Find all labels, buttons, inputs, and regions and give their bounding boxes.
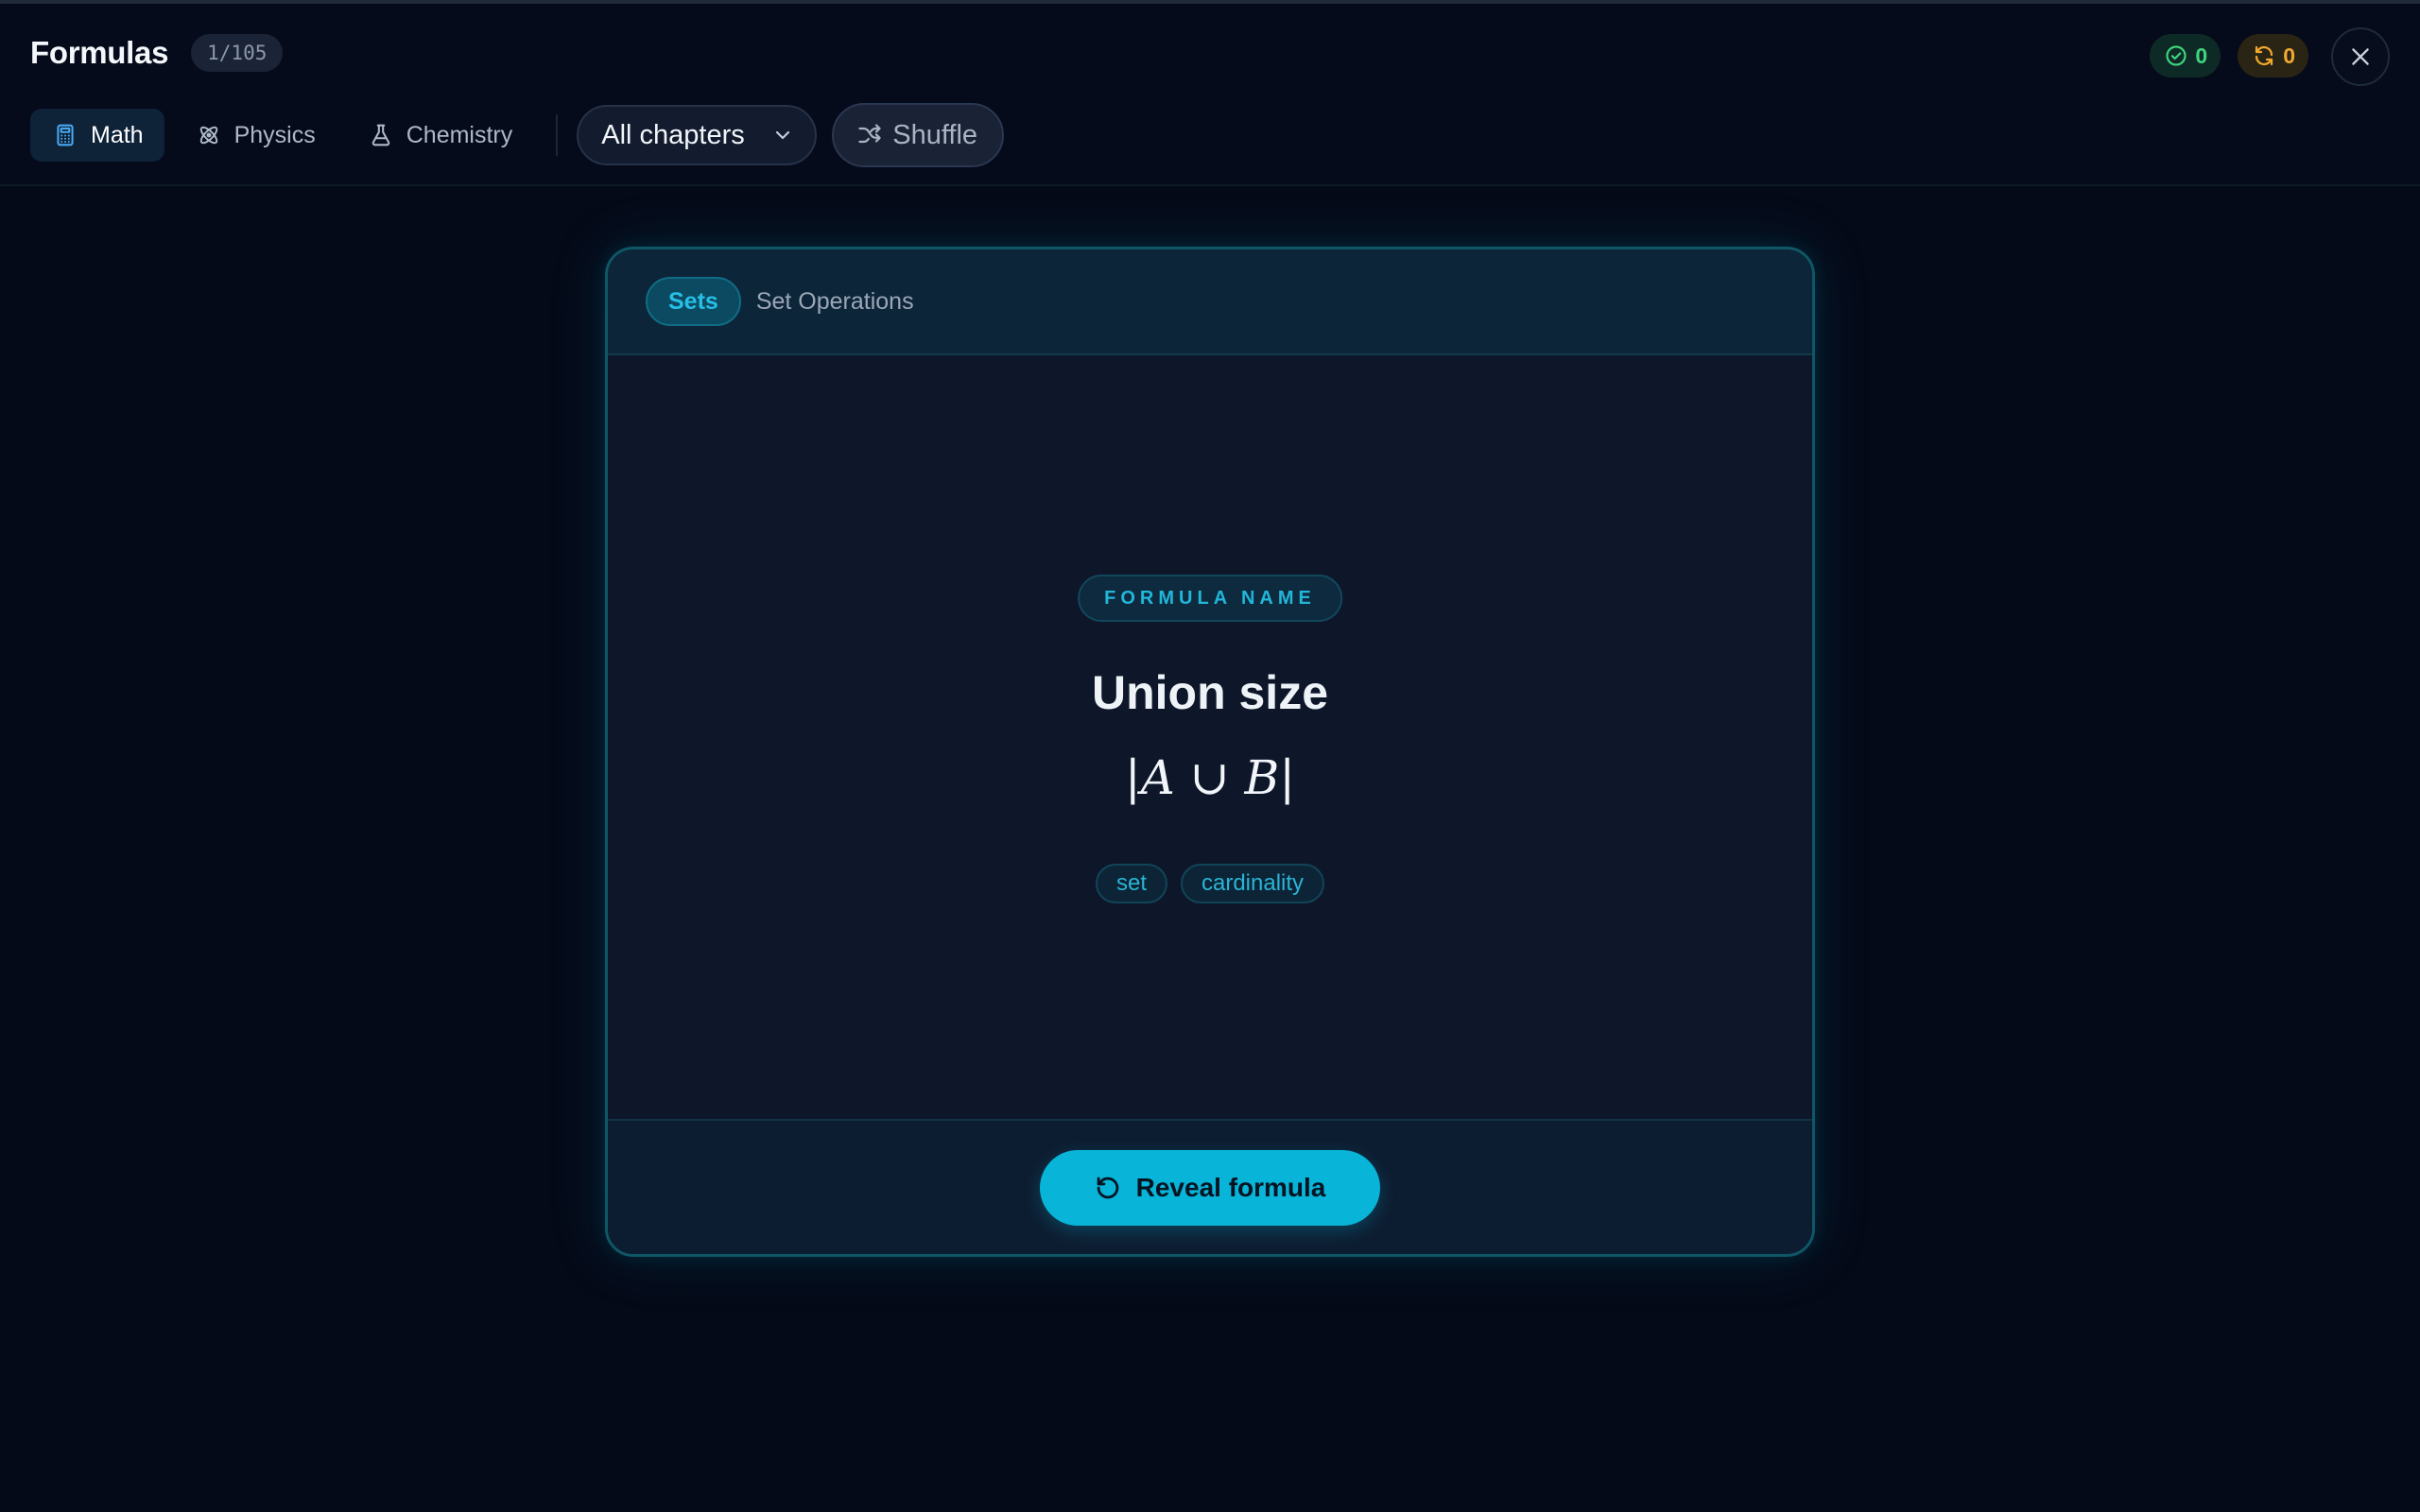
chevron-down-icon [776,130,790,140]
review-count: 0 [2283,43,2295,68]
stats-group: 0 0 [2150,34,2308,77]
tab-physics[interactable]: Physics [174,109,337,162]
close-button[interactable] [2331,27,2390,86]
review-count-badge: 0 [2238,34,2308,77]
formula-expression: |A ∪ B| [1124,750,1296,805]
calculator-icon [57,124,74,146]
flashcard: Sets Set Operations FORMULA NAME Union s… [605,247,1815,1257]
chapter-label: Set Operations [755,287,914,315]
card-header: Sets Set Operations [608,249,1812,355]
refresh-icon [2256,45,2273,66]
formula-name-label: FORMULA NAME [1078,575,1342,622]
reveal-label: Reveal formula [1135,1172,1326,1202]
known-count: 0 [2195,43,2208,68]
tab-label: Math [91,121,144,148]
tab-label: Physics [233,121,316,148]
shuffle-button[interactable]: Shuffle [832,103,1005,167]
card-footer: Reveal formula [608,1119,1812,1254]
app-header: Formulas 1/105 0 0 Math Physics Chemistr… [0,4,2420,186]
subject-toolbar: Math Physics Chemistry All chapters Shuf… [30,103,1005,167]
known-count-badge: 0 [2150,34,2221,77]
tab-math[interactable]: Math [30,109,164,162]
rotate-ccw-icon [1097,1177,1118,1198]
shuffle-icon [858,124,881,144]
tab-label: Chemistry [406,121,513,148]
chapter-select[interactable]: All chapters [577,105,818,165]
flask-icon [372,124,390,146]
card-counter: 1/105 [191,34,284,72]
close-icon [2352,48,2369,65]
card-body: FORMULA NAME Union size |A ∪ B| set card… [608,355,1812,1119]
tab-chemistry[interactable]: Chemistry [346,109,534,162]
chapter-select-value: All chapters [601,119,745,150]
check-circle-icon [2166,45,2187,66]
formula-name: Union size [1091,666,1329,719]
tag-list: set cardinality [608,864,1812,903]
title-row: Formulas 1/105 [30,34,284,72]
toolbar-divider [556,114,559,156]
atom-icon [199,126,217,145]
topic-chip: Sets [646,277,741,326]
tag-chip: set [1095,864,1167,903]
tag-chip: cardinality [1180,864,1325,903]
reveal-formula-button[interactable]: Reveal formula [1040,1149,1380,1226]
page-title: Formulas [30,35,169,70]
shuffle-label: Shuffle [892,119,978,150]
